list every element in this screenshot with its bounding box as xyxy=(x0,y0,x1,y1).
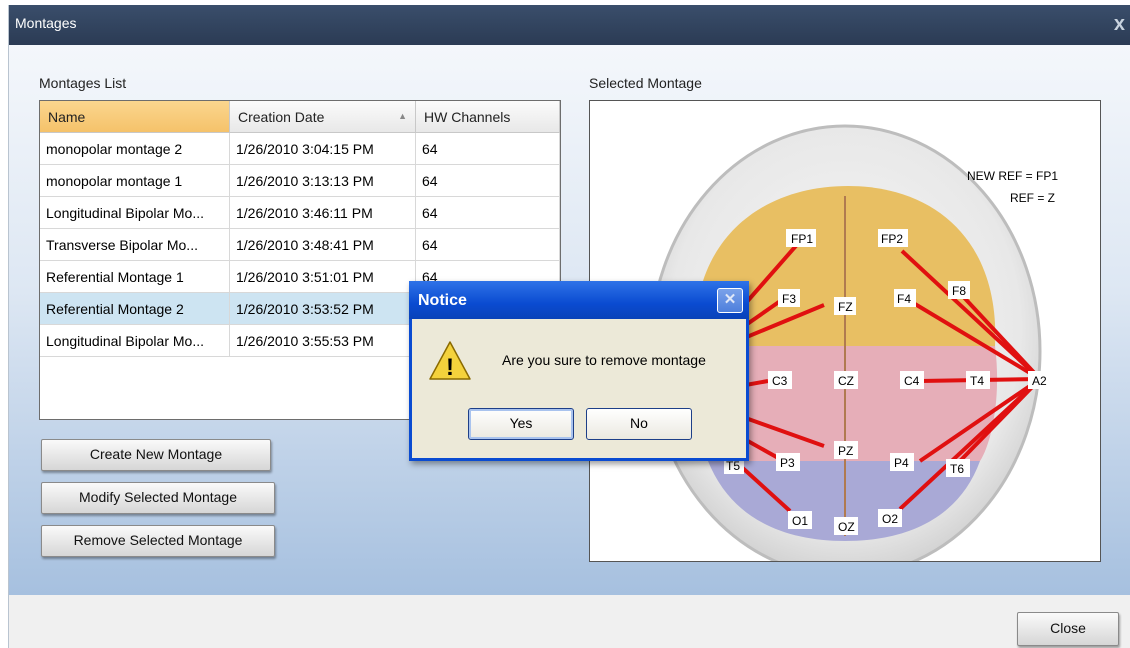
svg-text:!: ! xyxy=(446,354,454,381)
electrode-pz: PZ xyxy=(834,441,858,459)
electrode-oz: OZ xyxy=(834,517,858,535)
svg-text:FP1: FP1 xyxy=(791,232,813,246)
dialog-message: Are you sure to remove montage xyxy=(502,352,706,368)
title-bar[interactable]: Montages x xyxy=(9,5,1130,45)
cell-name: Longitudinal Bipolar Mo... xyxy=(40,324,230,357)
electrode-f8: F8 xyxy=(948,281,970,299)
modify-selected-montage-button[interactable]: Modify Selected Montage xyxy=(41,482,275,514)
yes-button[interactable]: Yes xyxy=(468,408,574,440)
svg-text:C4: C4 xyxy=(904,374,920,388)
sort-ascending-icon: ▲ xyxy=(398,111,407,121)
electrode-t6: T6 xyxy=(946,459,970,477)
electrode-p4: P4 xyxy=(890,453,914,471)
svg-text:OZ: OZ xyxy=(838,520,855,534)
svg-text:F4: F4 xyxy=(897,292,911,306)
svg-text:T4: T4 xyxy=(970,374,984,388)
electrode-fz: FZ xyxy=(834,297,856,315)
svg-text:O1: O1 xyxy=(792,514,808,528)
svg-text:PZ: PZ xyxy=(838,444,853,458)
reference-line-2: REF = Z xyxy=(1010,191,1055,205)
reference-line-1: NEW REF = FP1 xyxy=(967,169,1058,183)
column-header-label: Creation Date xyxy=(238,108,325,125)
table-row[interactable]: Transverse Bipolar Mo... 1/26/2010 3:48:… xyxy=(40,228,560,261)
svg-text:FZ: FZ xyxy=(838,300,853,314)
electrode-fp2: FP2 xyxy=(878,229,908,247)
svg-text:T5: T5 xyxy=(726,459,740,473)
cell-name: Longitudinal Bipolar Mo... xyxy=(40,196,230,229)
cell-name: monopolar montage 2 xyxy=(40,132,230,165)
cell-name: Referential Montage 1 xyxy=(40,260,230,293)
svg-text:F3: F3 xyxy=(782,292,796,306)
window-close-icon[interactable]: x xyxy=(1114,13,1125,36)
cell-creation-date: 1/26/2010 3:13:13 PM xyxy=(229,164,416,197)
cell-creation-date: 1/26/2010 3:46:11 PM xyxy=(229,196,416,229)
svg-text:C3: C3 xyxy=(772,374,788,388)
column-header-hw-channels[interactable]: HW Channels xyxy=(415,101,560,133)
remove-selected-montage-button[interactable]: Remove Selected Montage xyxy=(41,525,275,557)
svg-text:FP2: FP2 xyxy=(881,232,903,246)
cell-hw-channels: 64 xyxy=(415,132,560,165)
electrode-c3: C3 xyxy=(768,371,792,389)
electrode-o1: O1 xyxy=(788,511,812,529)
column-header-creation-date[interactable]: Creation Date ▲ xyxy=(229,101,416,133)
cell-hw-channels: 64 xyxy=(415,164,560,197)
cell-hw-channels: 64 xyxy=(415,228,560,261)
warning-icon: ! xyxy=(429,341,471,381)
electrode-f3: F3 xyxy=(778,289,800,307)
cell-creation-date: 1/26/2010 3:55:53 PM xyxy=(229,324,416,357)
electrode-p3: P3 xyxy=(776,453,800,471)
cell-creation-date: 1/26/2010 3:51:01 PM xyxy=(229,260,416,293)
cell-name: monopolar montage 1 xyxy=(40,164,230,197)
electrode-fp1: FP1 xyxy=(786,229,816,247)
column-header-label: HW Channels xyxy=(424,108,511,125)
svg-text:A2: A2 xyxy=(1032,374,1047,388)
selected-montage-label: Selected Montage xyxy=(589,75,702,91)
electrode-f4: F4 xyxy=(894,289,916,307)
dialog-title: Notice xyxy=(418,292,467,309)
cell-hw-channels: 64 xyxy=(415,196,560,229)
cell-creation-date: 1/26/2010 3:53:52 PM xyxy=(229,292,416,325)
svg-text:CZ: CZ xyxy=(838,374,854,388)
electrode-t4: T4 xyxy=(966,371,990,389)
cell-creation-date: 1/26/2010 3:48:41 PM xyxy=(229,228,416,261)
window-title: Montages xyxy=(15,15,77,31)
svg-text:P3: P3 xyxy=(780,456,795,470)
cell-name: Transverse Bipolar Mo... xyxy=(40,228,230,261)
column-header-name[interactable]: Name xyxy=(40,101,230,133)
svg-text:P4: P4 xyxy=(894,456,909,470)
table-row[interactable]: monopolar montage 1 1/26/2010 3:13:13 PM… xyxy=(40,164,560,197)
no-button[interactable]: No xyxy=(586,408,692,440)
table-header-row: Name Creation Date ▲ HW Channels xyxy=(40,101,560,133)
notice-dialog: Notice ✕ ! Are you sure to remove montag… xyxy=(409,281,749,461)
table-row[interactable]: Longitudinal Bipolar Mo... 1/26/2010 3:4… xyxy=(40,196,560,229)
svg-text:T6: T6 xyxy=(950,462,964,476)
cell-creation-date: 1/26/2010 3:04:15 PM xyxy=(229,132,416,165)
montages-list-label: Montages List xyxy=(39,75,127,91)
electrode-cz: CZ xyxy=(834,371,858,389)
dialog-title-bar[interactable]: Notice ✕ xyxy=(409,281,749,319)
table-row[interactable]: monopolar montage 2 1/26/2010 3:04:15 PM… xyxy=(40,132,560,165)
column-header-label: Name xyxy=(48,108,86,125)
close-button[interactable]: Close xyxy=(1017,612,1119,646)
svg-text:O2: O2 xyxy=(882,512,898,526)
cell-name: Referential Montage 2 xyxy=(40,292,230,325)
electrode-o2: O2 xyxy=(878,509,902,527)
create-new-montage-button[interactable]: Create New Montage xyxy=(41,439,271,471)
dialog-close-icon[interactable]: ✕ xyxy=(717,288,743,313)
electrode-c4: C4 xyxy=(900,371,924,389)
svg-text:F8: F8 xyxy=(952,284,966,298)
electrode-a2: A2 xyxy=(1028,371,1052,389)
